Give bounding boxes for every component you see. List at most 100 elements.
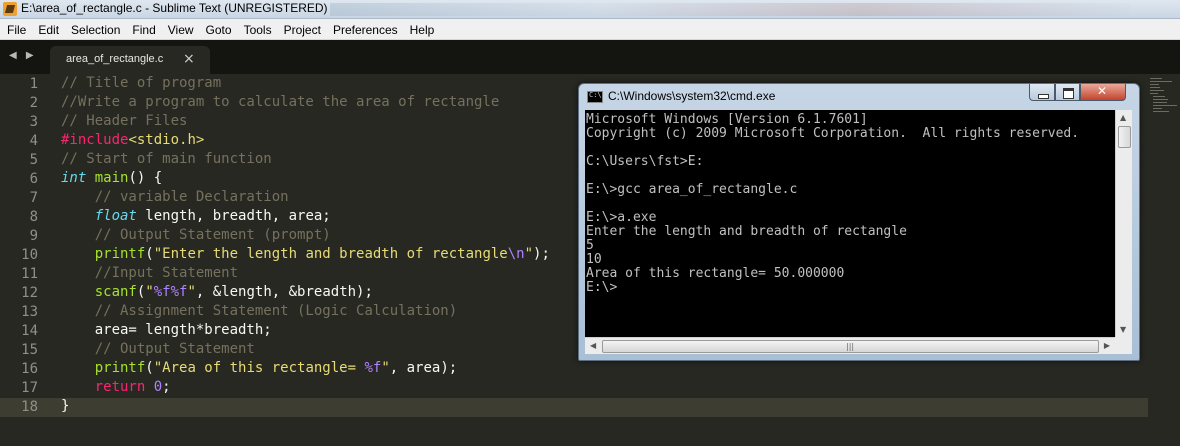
code-line[interactable]: area= length*breadth;: [61, 322, 272, 341]
vertical-scrollbar[interactable]: ▲ ▼: [1115, 110, 1132, 337]
console-line: 10: [586, 252, 602, 267]
close-icon[interactable]: ×: [183, 51, 195, 67]
close-window-button[interactable]: [1080, 84, 1126, 101]
console-line: 5: [586, 238, 594, 253]
code-line[interactable]: #include<stdio.h>: [61, 132, 204, 151]
code-token: // Output Statement: [94, 341, 255, 357]
tab-bar: ◀ ▶ area_of_rectangle.c ×: [0, 40, 1180, 74]
code-line[interactable]: float length, breadth, area;: [61, 208, 331, 227]
vertical-scroll-thumb[interactable]: [1118, 126, 1131, 148]
code-token: ": [381, 360, 390, 376]
code-line[interactable]: printf("Area of this rectangle= %f", are…: [61, 360, 457, 379]
maximize-button[interactable]: [1055, 84, 1080, 101]
line-number: 5: [29, 152, 38, 168]
menu-project[interactable]: Project: [279, 20, 326, 40]
code-token: %f: [364, 360, 382, 376]
code-token: // Assignment Statement (Logic Calculati…: [94, 303, 458, 319]
code-line[interactable]: // Start of main function: [61, 151, 272, 170]
code-token: ;: [162, 379, 171, 395]
code-line[interactable]: // Output Statement: [61, 341, 255, 360]
console-line: E:\>a.exe: [586, 210, 657, 225]
code-token: return: [94, 379, 146, 395]
code-token: , area);: [389, 360, 458, 376]
line-number: 10: [21, 247, 38, 263]
code-token: (: [145, 360, 154, 376]
code-token: 0: [153, 379, 163, 395]
line-number: 15: [21, 342, 38, 358]
background-taskbar-blur: [330, 3, 1130, 16]
tab-nav-arrows-icon[interactable]: ◀ ▶: [9, 50, 37, 61]
line-number-gutter: 1 2 3 4 5 6 7 8 9 10 11 12 13 14 15 16 17 18: [0, 74, 48, 446]
code-line[interactable]: // Assignment Statement (Logic Calculati…: [61, 303, 457, 322]
code-line[interactable]: // Title of program: [61, 75, 221, 94]
console-output[interactable]: Microsoft Windows [Version 6.1.7601] Copy…: [585, 110, 1115, 337]
code-token: area= length*breadth;: [61, 322, 272, 338]
code-line[interactable]: scanf("%f%f", &length, &breadth);: [61, 284, 373, 303]
horizontal-scrollbar[interactable]: ◀ ||| ▶: [585, 337, 1115, 354]
scroll-right-icon[interactable]: ▶: [1104, 341, 1110, 350]
minimap[interactable]: [1148, 74, 1180, 134]
menu-find[interactable]: Find: [127, 20, 160, 40]
code-line[interactable]: return 0;: [61, 379, 171, 398]
line-number: 1: [29, 76, 38, 92]
menu-view[interactable]: View: [163, 20, 199, 40]
console-line: E:\>gcc area_of_rectangle.c: [586, 182, 798, 197]
code-token: ": [187, 284, 196, 300]
window-title: E:\area_of_rectangle.c - Sublime Text (U…: [21, 1, 328, 15]
line-number: 3: [29, 114, 38, 130]
code-token: //Write a program to calculate the area …: [61, 94, 500, 110]
console-line: Area of this rectangle= 50.000000: [586, 266, 845, 281]
code-token: #include: [61, 132, 129, 148]
menu-tools[interactable]: Tools: [239, 20, 277, 40]
code-line[interactable]: int main() {: [61, 170, 162, 189]
minimize-button[interactable]: [1029, 84, 1055, 101]
console-line: C:\Users\fst>E:: [586, 154, 704, 169]
code-token: int: [61, 170, 87, 186]
title-bar: E:\area_of_rectangle.c - Sublime Text (U…: [0, 0, 1180, 19]
code-line[interactable]: printf("Enter the length and breadth of …: [61, 246, 550, 265]
code-token: length, breadth, area;: [136, 208, 331, 224]
cmd-title: C:\Windows\system32\cmd.exe: [608, 89, 776, 103]
code-token: float: [94, 208, 137, 224]
scroll-up-icon[interactable]: ▲: [1120, 113, 1126, 122]
code-token: // Header Files: [61, 113, 188, 129]
code-token: <stdio.h>: [128, 132, 205, 148]
code-line[interactable]: }: [61, 398, 69, 417]
line-number: 8: [29, 209, 38, 225]
code-token: printf: [94, 246, 146, 262]
scroll-left-icon[interactable]: ◀: [590, 341, 596, 350]
menu-goto[interactable]: Goto: [201, 20, 237, 40]
code-token: , &length, &breadth);: [195, 284, 373, 300]
scroll-down-icon[interactable]: ▼: [1120, 325, 1126, 334]
line-number: 13: [21, 304, 38, 320]
menu-selection[interactable]: Selection: [66, 20, 125, 40]
code-token: main: [94, 170, 129, 186]
menu-preferences[interactable]: Preferences: [328, 20, 403, 40]
cmd-window[interactable]: C:\Windows\system32\cmd.exe Microsoft Wi…: [578, 83, 1140, 361]
menu-file[interactable]: File: [2, 20, 31, 40]
line-number: 6: [29, 171, 38, 187]
console-line: E:\>: [586, 280, 618, 295]
line-number: 9: [29, 228, 38, 244]
code-line[interactable]: // Header Files: [61, 113, 187, 132]
code-line[interactable]: //Write a program to calculate the area …: [61, 94, 499, 113]
code-line[interactable]: // Output Statement (prompt): [61, 227, 331, 246]
code-token: // Title of program: [61, 75, 222, 91]
code-token: printf: [94, 360, 146, 376]
code-line[interactable]: //Input Statement: [61, 265, 238, 284]
code-token: %f%f: [153, 284, 188, 300]
menu-edit[interactable]: Edit: [33, 20, 64, 40]
code-line[interactable]: // variable Declaration: [61, 189, 289, 208]
menu-help[interactable]: Help: [405, 20, 440, 40]
horizontal-scroll-thumb[interactable]: |||: [602, 340, 1099, 353]
code-token: // Start of main function: [61, 151, 272, 167]
console-line: Microsoft Windows [Version 6.1.7601]: [586, 112, 868, 127]
tab-area-of-rectangle[interactable]: area_of_rectangle.c ×: [50, 46, 210, 74]
line-number: 12: [21, 285, 38, 301]
code-token: \n: [507, 246, 525, 262]
